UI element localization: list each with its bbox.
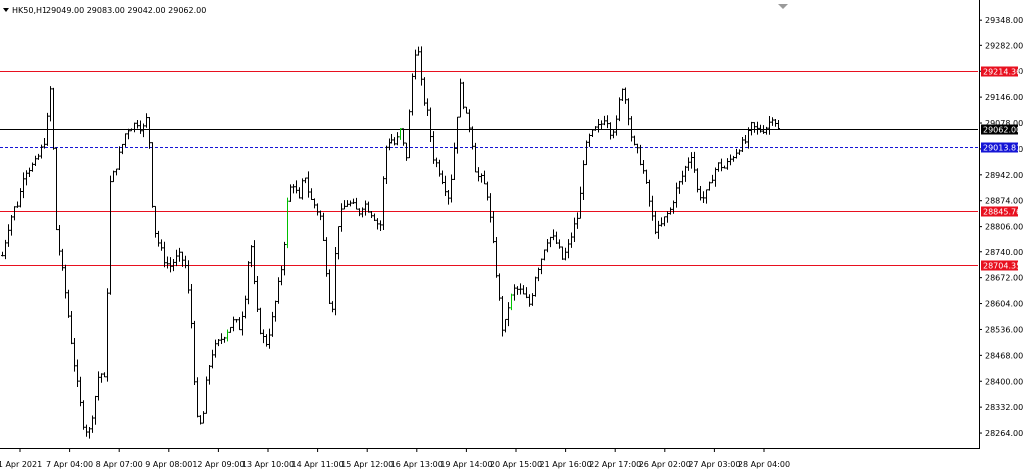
level-price-label: 29013.81 [983, 144, 1021, 153]
price-tick-label: 28672.00 [985, 274, 1023, 283]
price-tick-label: 28264.00 [985, 429, 1023, 438]
price-tick-label: 29146.00 [985, 93, 1023, 102]
time-tick-label: 1 Apr 2021 [0, 460, 42, 469]
time-tick-label: 22 Apr 17:00 [589, 460, 641, 469]
ohlc-readout: 29049.00 29083.00 29042.00 29062.00 [46, 6, 206, 15]
time-tick-label: 20 Apr 15:00 [490, 460, 542, 469]
price-tick-label: 29348.00 [985, 16, 1023, 25]
time-tick-label: 9 Apr 08:00 [145, 460, 192, 469]
time-tick-label: 15 Apr 12:00 [341, 460, 393, 469]
level-price-label: 29062.00 [983, 126, 1021, 135]
chart-symbol: HK50,H1 [12, 6, 47, 15]
price-chart[interactable]: HK50,H1 29049.00 29083.00 29042.00 29062… [0, 0, 1024, 476]
time-tick-label: 27 Apr 03:00 [688, 460, 740, 469]
time-tick-label: 28 Apr 04:00 [738, 460, 790, 469]
time-tick-label: 12 Apr 09:00 [192, 460, 244, 469]
price-tick-label: 28740.00 [985, 248, 1023, 257]
level-price-label: 28845.76 [983, 208, 1021, 217]
price-tick-label: 29282.00 [985, 41, 1023, 50]
price-tick-label: 28332.00 [985, 403, 1023, 412]
level-price-label: 29214.36 [983, 68, 1021, 77]
time-tick-label: 7 Apr 04:00 [46, 460, 93, 469]
price-tick-label: 28468.00 [985, 351, 1023, 360]
price-tick-label: 28536.00 [985, 325, 1023, 334]
price-tick-label: 28400.00 [985, 377, 1023, 386]
price-tick-label: 28942.00 [985, 171, 1023, 180]
time-tick-label: 19 Apr 14:00 [440, 460, 492, 469]
time-tick-label: 13 Apr 10:00 [242, 460, 294, 469]
time-tick-label: 16 Apr 13:00 [391, 460, 443, 469]
time-tick-label: 8 Apr 07:00 [96, 460, 143, 469]
time-tick-label: 21 Apr 16:00 [540, 460, 592, 469]
time-tick-label: 26 Apr 02:00 [639, 460, 691, 469]
price-tick-label: 28806.00 [985, 223, 1023, 232]
price-tick-label: 28874.00 [985, 197, 1023, 206]
time-tick-label: 14 Apr 11:00 [292, 460, 344, 469]
level-price-label: 28704.35 [983, 262, 1021, 271]
price-tick-label: 28604.00 [985, 300, 1023, 309]
